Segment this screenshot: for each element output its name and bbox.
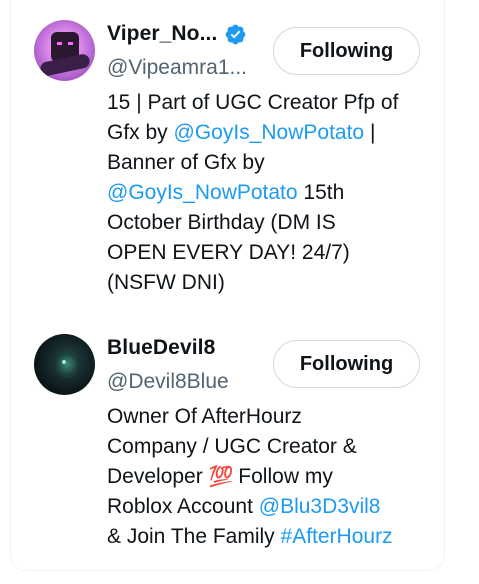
mention-link[interactable]: @GoyIs_NowPotato bbox=[107, 181, 298, 204]
mention-link[interactable]: @Blu3D3vil8 bbox=[259, 495, 381, 518]
hashtag-link[interactable]: #AfterHourz bbox=[281, 525, 393, 548]
display-name[interactable]: BlueDevil8 bbox=[107, 336, 215, 360]
user-bio: Owner Of AfterHourz Company / UGC Creato… bbox=[107, 405, 393, 548]
name-row: Viper_No... bbox=[107, 20, 247, 48]
avatar[interactable] bbox=[34, 334, 95, 395]
user-bio: 15 | Part of UGC Creator Pfp of Gfx by @… bbox=[107, 91, 399, 294]
verified-badge-icon bbox=[224, 23, 247, 46]
user-handle[interactable]: @Vipeamra1... bbox=[107, 56, 247, 80]
display-name[interactable]: Viper_No... bbox=[107, 22, 217, 46]
following-button[interactable]: Following bbox=[273, 27, 420, 75]
hundred-points-emoji-icon: 💯 bbox=[208, 466, 234, 488]
mention-link[interactable]: @GoyIs_NowPotato bbox=[174, 121, 365, 144]
user-handle[interactable]: @Devil8Blue bbox=[107, 370, 229, 394]
avatar[interactable] bbox=[34, 20, 95, 81]
following-button[interactable]: Following bbox=[273, 340, 420, 388]
name-row: BlueDevil8 bbox=[107, 334, 215, 362]
